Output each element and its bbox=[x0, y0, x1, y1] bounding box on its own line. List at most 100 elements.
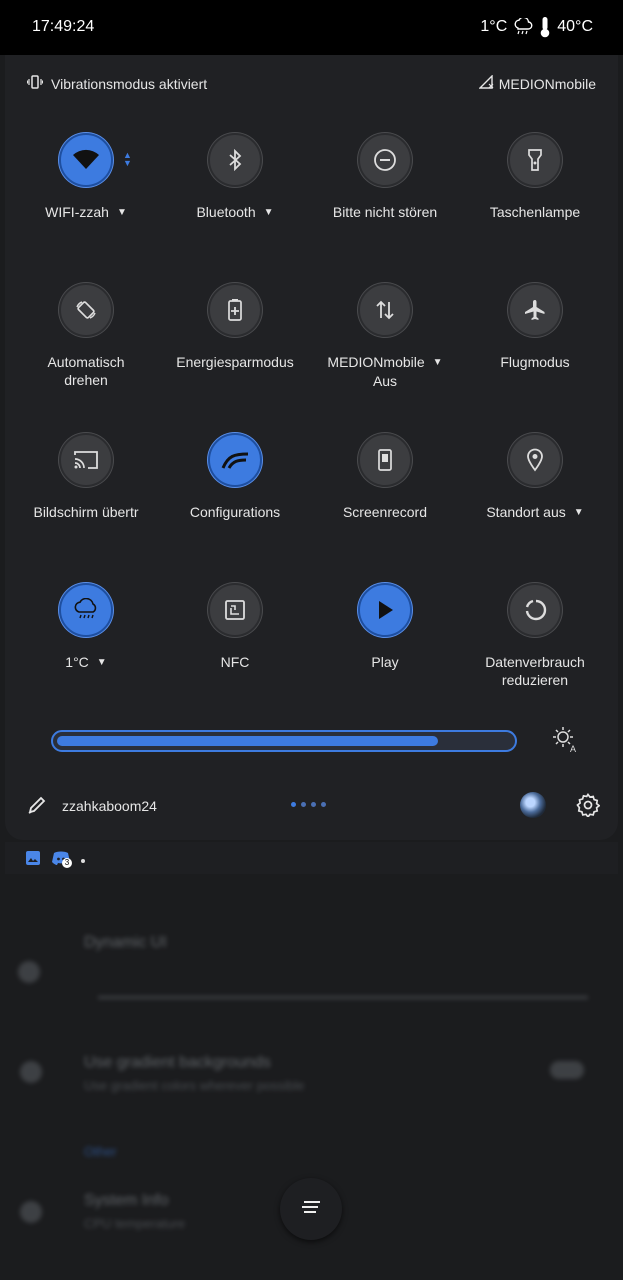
nfc-icon[interactable] bbox=[208, 583, 262, 637]
tile-flashlight[interactable]: Taschenlampe bbox=[460, 133, 610, 221]
tile-do-not-disturb[interactable]: Bitte nicht stören bbox=[310, 133, 460, 221]
page-dot bbox=[301, 802, 306, 807]
tile-label-data-saver: Datenverbrauch reduzieren bbox=[485, 654, 585, 688]
tile-weather[interactable]: 1°C ▼ bbox=[11, 583, 161, 672]
edit-icon[interactable] bbox=[27, 795, 47, 820]
page-dot bbox=[311, 802, 316, 807]
menu-lines-icon bbox=[301, 1200, 321, 1219]
user-avatar[interactable] bbox=[520, 792, 546, 818]
battery-saver-icon[interactable] bbox=[208, 283, 262, 337]
background-app-icon bbox=[18, 961, 40, 983]
bg-item2-title: Use gradient backgrounds bbox=[84, 1054, 271, 1071]
bg-item2-sub: Use gradient colors wherever possible bbox=[84, 1078, 305, 1093]
bg-slider bbox=[98, 996, 588, 999]
bg-section-header: Other bbox=[84, 1144, 117, 1159]
bg-item3-title: System Info bbox=[84, 1192, 169, 1209]
tile-label-bluetooth: Bluetooth ▼ bbox=[160, 203, 310, 222]
tile-bluetooth[interactable]: Bluetooth ▼ bbox=[160, 133, 310, 222]
data-saver-icon[interactable] bbox=[508, 583, 562, 637]
do-not-disturb-icon[interactable] bbox=[358, 133, 412, 187]
more-notifications-dot bbox=[81, 858, 85, 863]
discord-notification-icon: 3 bbox=[51, 850, 72, 871]
tile-mobile-data[interactable]: MEDIONmobile ▼ Aus bbox=[310, 283, 460, 390]
chevron-down-icon: ▼ bbox=[263, 207, 274, 219]
tile-label-mobile-data: MEDIONmobile ▼ Aus bbox=[327, 354, 443, 390]
tile-label-location: Standort aus ▼ bbox=[460, 503, 610, 522]
tile-configurations[interactable]: Configurations bbox=[160, 433, 310, 521]
thermometer-icon bbox=[539, 16, 551, 38]
tile-label-weather: 1°C ▼ bbox=[11, 653, 161, 672]
vibration-icon bbox=[26, 75, 44, 92]
device-temperature: 40°C bbox=[557, 18, 593, 35]
background-app-icon bbox=[20, 1061, 42, 1083]
status-right: 1°C 40°C bbox=[480, 16, 593, 38]
signal-no-service-icon bbox=[478, 74, 495, 92]
wifi-icon[interactable] bbox=[59, 133, 113, 187]
chevron-down-icon: ▼ bbox=[116, 207, 127, 219]
tile-cast[interactable]: Bildschirm übertr bbox=[11, 433, 161, 521]
tile-label-wifi: WIFI-zzah ▼ bbox=[11, 203, 161, 222]
tile-label-nfc: NFC bbox=[220, 654, 250, 670]
wifi-data-arrows-icon: ▲ ▼ bbox=[123, 150, 132, 168]
tile-airplane[interactable]: Flugmodus bbox=[460, 283, 610, 371]
chevron-down-icon: ▼ bbox=[573, 507, 584, 519]
tile-label-cast: Bildschirm übertr bbox=[33, 504, 139, 520]
tile-data-saver[interactable]: Datenverbrauch reduzieren bbox=[460, 583, 610, 689]
flashlight-icon[interactable] bbox=[508, 133, 562, 187]
tile-location[interactable]: Standort aus ▼ bbox=[460, 433, 610, 522]
tile-nfc[interactable]: NFC bbox=[160, 583, 310, 671]
tile-wifi[interactable]: WIFI-zzah ▼ ▲ ▼ bbox=[11, 133, 161, 222]
status-temperature: 1°C bbox=[480, 18, 508, 35]
notification-strip[interactable]: 3 bbox=[5, 842, 618, 874]
page-indicator bbox=[291, 802, 326, 807]
tile-screenrecord[interactable]: Screenrecord bbox=[310, 433, 460, 521]
brightness-slider[interactable] bbox=[51, 730, 517, 752]
tile-label-battery-saver: Energiesparmodus bbox=[176, 354, 294, 370]
background-app-icon bbox=[20, 1201, 42, 1223]
chevron-down-icon: ▼ bbox=[432, 357, 443, 369]
gallery-notification-icon bbox=[25, 850, 41, 871]
status-time: 17:49:24 bbox=[32, 18, 95, 35]
svg-text:A: A bbox=[570, 744, 576, 753]
screenrecord-icon[interactable] bbox=[358, 433, 412, 487]
floating-menu-button[interactable] bbox=[280, 1178, 342, 1240]
page-dot bbox=[321, 802, 326, 807]
brightness-slider-fill bbox=[57, 736, 438, 746]
tile-label-flashlight: Taschenlampe bbox=[489, 204, 581, 220]
chevron-down-icon: ▼ bbox=[96, 657, 107, 669]
settings-gear-icon[interactable] bbox=[576, 793, 601, 822]
bg-item3-sub: CPU temperature bbox=[84, 1216, 186, 1231]
cast-icon[interactable] bbox=[59, 433, 113, 487]
discord-badge: 3 bbox=[62, 858, 72, 868]
status-bar: 17:49:24 1°C 40°C bbox=[0, 0, 623, 55]
tile-label-airplane: Flugmodus bbox=[500, 354, 570, 370]
page-dot bbox=[291, 802, 296, 807]
carrier-name: MEDIONmobile bbox=[498, 75, 596, 92]
tile-label-screenrecord: Screenrecord bbox=[342, 504, 428, 520]
play-icon[interactable] bbox=[358, 583, 412, 637]
vibration-status-text: Vibrationsmodus aktiviert bbox=[51, 75, 208, 92]
location-icon[interactable] bbox=[508, 433, 562, 487]
bg-toggle bbox=[550, 1061, 584, 1079]
quick-settings-panel: Vibrationsmodus aktiviert MEDIONmobile W… bbox=[5, 55, 618, 840]
bluetooth-icon[interactable] bbox=[208, 133, 262, 187]
tile-play[interactable]: Play bbox=[310, 583, 460, 671]
bg-item1-title: Dynamic UI bbox=[84, 934, 167, 951]
tile-label-play: Play bbox=[371, 654, 399, 670]
auto-rotate-icon[interactable] bbox=[59, 283, 113, 337]
carrier-status: MEDIONmobile bbox=[478, 74, 596, 92]
mobile-data-icon[interactable] bbox=[358, 283, 412, 337]
weather-rain-icon bbox=[513, 18, 533, 36]
tile-auto-rotate[interactable]: Automatisch drehen bbox=[11, 283, 161, 389]
footer-username: zzahkaboom24 bbox=[62, 798, 157, 814]
auto-brightness-icon[interactable]: A bbox=[551, 725, 579, 758]
tile-label-configurations: Configurations bbox=[189, 504, 281, 520]
tile-battery-saver[interactable]: Energiesparmodus bbox=[160, 283, 310, 371]
vibration-status[interactable]: Vibrationsmodus aktiviert bbox=[26, 75, 208, 92]
tile-label-auto-rotate: Automatisch drehen bbox=[47, 354, 125, 388]
airplane-icon[interactable] bbox=[508, 283, 562, 337]
weather-icon[interactable] bbox=[59, 583, 113, 637]
tile-label-dnd: Bitte nicht stören bbox=[332, 204, 438, 220]
mobile-data-status: Aus bbox=[372, 373, 398, 390]
configurations-icon[interactable] bbox=[208, 433, 262, 487]
